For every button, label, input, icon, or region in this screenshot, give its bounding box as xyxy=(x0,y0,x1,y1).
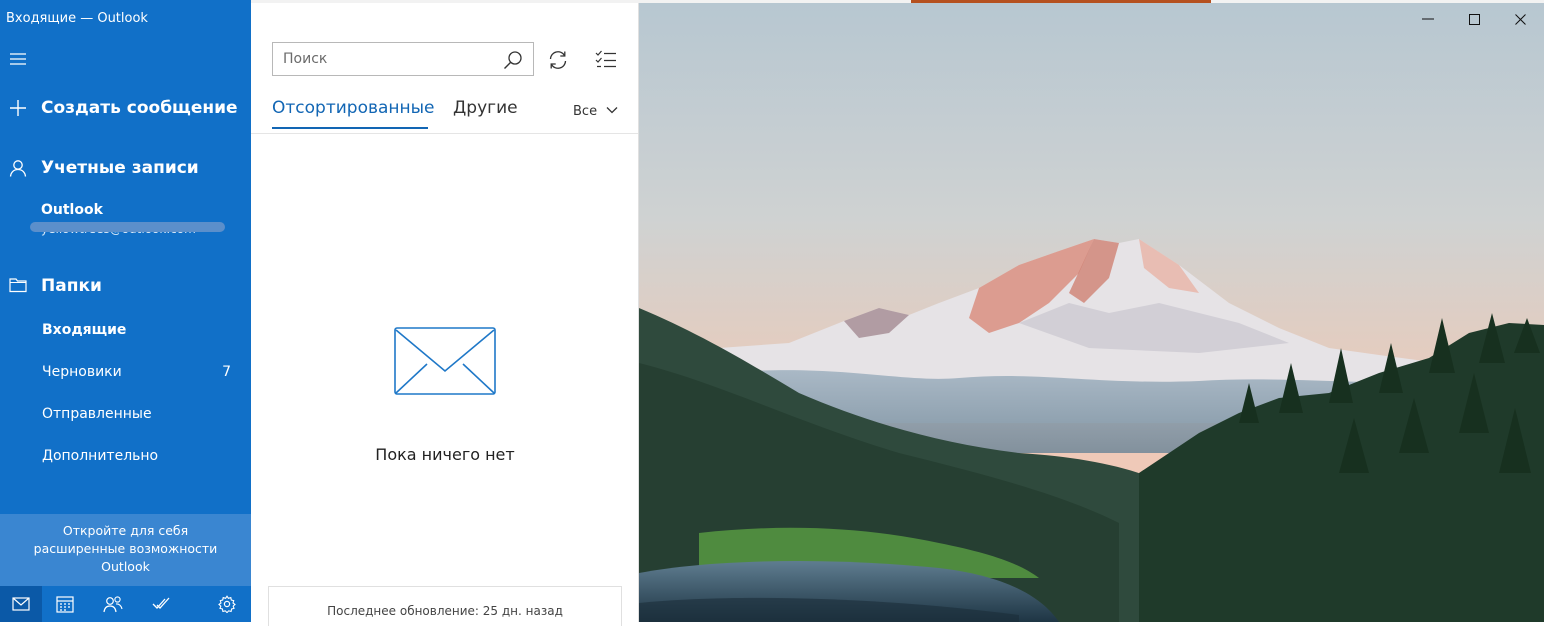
minimize-icon[interactable] xyxy=(1405,3,1451,35)
divider xyxy=(251,133,638,134)
message-list-pane: Отсортированные Другие Все Пока ничего н… xyxy=(251,3,639,626)
app-switcher-bar xyxy=(0,586,251,622)
folder-inbox[interactable]: Входящие xyxy=(0,314,251,348)
empty-state-text: Пока ничего нет xyxy=(375,445,515,464)
active-tab-indicator xyxy=(272,127,428,129)
accounts-label: Учетные записи xyxy=(41,158,199,178)
hamburger-menu-icon[interactable] xyxy=(9,52,29,66)
search-box[interactable] xyxy=(272,42,534,76)
filter-dropdown[interactable]: Все xyxy=(573,101,618,119)
promo-line: Outlook xyxy=(101,559,150,574)
people-icon[interactable] xyxy=(92,586,134,622)
selection-mode-icon[interactable] xyxy=(595,49,617,71)
folder-more[interactable]: Дополнительно xyxy=(0,440,251,474)
reading-pane xyxy=(639,3,1544,622)
email-redaction-bar xyxy=(30,222,225,232)
tab-other[interactable]: Другие xyxy=(453,98,518,118)
folder-label: Входящие xyxy=(42,322,127,338)
chevron-down-icon xyxy=(606,107,618,114)
new-message-label: Создать сообщение xyxy=(41,98,238,118)
sync-status: Последнее обновление: 25 дн. назад xyxy=(268,586,622,626)
account-name[interactable]: Outlook xyxy=(41,202,103,218)
search-icon[interactable] xyxy=(503,50,523,70)
filter-label: Все xyxy=(573,104,598,119)
person-icon xyxy=(9,159,27,177)
folder-count: 7 xyxy=(222,364,231,380)
window-title: Входящие — Outlook xyxy=(6,11,148,26)
maximize-icon[interactable] xyxy=(1451,3,1497,35)
plus-icon xyxy=(9,99,27,117)
accounts-button[interactable]: Учетные записи xyxy=(0,154,251,182)
navigation-pane: Входящие — Outlook Создать сообщение Уче… xyxy=(0,0,251,622)
folder-drafts[interactable]: Черновики 7 xyxy=(0,356,251,390)
settings-icon[interactable] xyxy=(206,586,248,622)
mail-icon[interactable] xyxy=(0,586,42,622)
promo-line: Откройте для себя xyxy=(62,523,189,538)
close-icon[interactable] xyxy=(1497,3,1543,35)
folders-button[interactable]: Папки xyxy=(0,272,251,300)
folder-label: Черновики xyxy=(42,364,122,380)
last-updated-text: Последнее обновление: 25 дн. назад xyxy=(327,604,563,618)
folder-icon xyxy=(9,277,27,295)
folder-label: Отправленные xyxy=(42,406,152,422)
folders-label: Папки xyxy=(41,276,102,296)
upgrade-promo[interactable]: Откройте для себя расширенные возможност… xyxy=(0,514,251,586)
folder-label: Дополнительно xyxy=(42,448,159,464)
envelope-icon xyxy=(394,327,496,395)
calendar-icon[interactable] xyxy=(44,586,86,622)
landscape-background-image xyxy=(639,3,1544,622)
new-message-button[interactable]: Создать сообщение xyxy=(0,94,251,122)
promo-line: расширенные возможности xyxy=(33,541,218,556)
tab-focused[interactable]: Отсортированные xyxy=(272,98,435,118)
sync-icon[interactable] xyxy=(547,49,569,71)
folder-sent[interactable]: Отправленные xyxy=(0,398,251,432)
search-input[interactable] xyxy=(283,49,498,69)
todo-icon[interactable] xyxy=(140,586,182,622)
